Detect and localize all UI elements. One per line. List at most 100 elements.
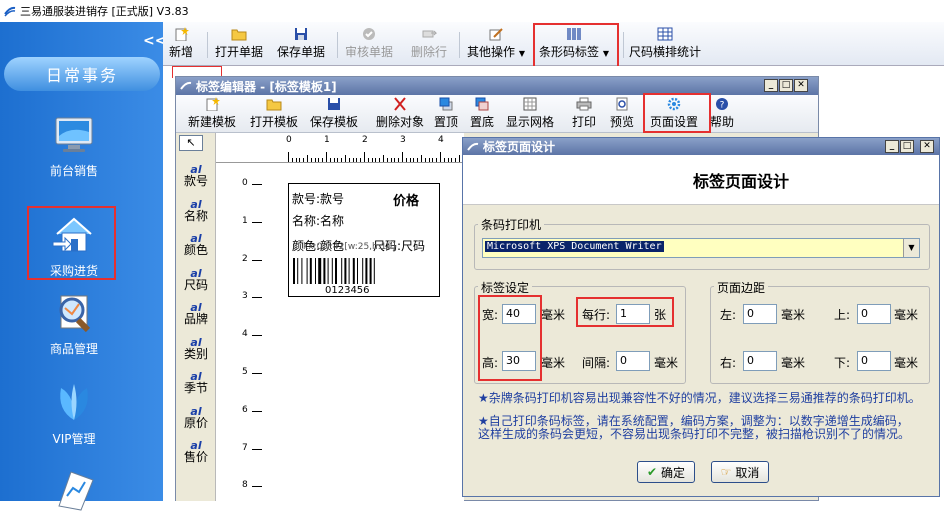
other-operations-button[interactable]: 其他操作 ▼ — [467, 22, 525, 64]
maximize-button[interactable]: □ — [779, 79, 793, 92]
ruler-tick — [436, 158, 438, 162]
tool-field-3[interactable]: al 尺码 — [176, 268, 216, 292]
ruler-tick-label: 4 — [438, 135, 444, 145]
right-margin-input[interactable]: 0 — [743, 351, 777, 371]
tool-field-2[interactable]: al 颜色 — [176, 233, 216, 257]
chevron-down-icon[interactable]: ▼ — [903, 239, 919, 257]
ruler-tick — [455, 158, 457, 162]
minimize-button[interactable]: _ — [885, 140, 899, 153]
sidebar-item-purchase[interactable]: 采购进货 — [30, 212, 118, 279]
svg-text:?: ? — [720, 101, 725, 111]
sidebar-item-goods[interactable]: 商品管理 — [30, 290, 118, 357]
preview-button[interactable]: 预览 — [610, 95, 634, 133]
tool-field-4[interactable]: al 品牌 — [176, 302, 216, 326]
new-template-button[interactable]: 新建模板 — [188, 95, 236, 133]
tool-field-0[interactable]: al 款号 — [176, 164, 216, 188]
left-margin-unit: 毫米 — [781, 308, 806, 322]
send-to-bottom-button[interactable]: 置底 — [470, 95, 494, 133]
monitor-icon — [55, 117, 93, 152]
label-code-text[interactable]: 款号:款号 — [292, 190, 344, 207]
width-input[interactable]: 40 — [502, 304, 536, 324]
ruler-tick — [352, 158, 354, 162]
page-setup-button[interactable]: 页面设置 — [650, 95, 698, 133]
label-preview[interactable]: 款号:款号 价格 名称:名称 颜色:颜色 尺码:尺码 kx:0,y:42[w:2… — [288, 183, 440, 297]
sidebar-item-front-sales[interactable]: 前台销售 — [30, 112, 118, 179]
gap-unit: 毫米 — [654, 356, 679, 370]
pointer-tool[interactable]: ↖ — [179, 135, 203, 151]
tool-field-label: 名称 — [183, 208, 208, 223]
printer-select-value: Microsoft XPS Document Writer — [485, 241, 664, 252]
label-name-text[interactable]: 名称:名称 — [292, 212, 344, 229]
dropdown-arrow-icon: ▼ — [602, 49, 609, 58]
object-tools-panel: ↖ al 款号 al 名称 al 颜色 al 尺码 al 品牌 al 类别 al 季节 al 原价 al 售价 — [176, 133, 216, 501]
barcode-bar — [365, 258, 368, 284]
app-title-bar: 三易通服装进销存 [正式版] V3.83 — [0, 0, 944, 22]
folder-icon — [231, 29, 247, 41]
ruler-tick — [341, 158, 343, 162]
save-template-button[interactable]: 保存模板 — [310, 95, 358, 133]
show-grid-button[interactable]: 显示网格 — [506, 95, 554, 133]
grid-icon — [523, 97, 537, 111]
barcode-bar — [357, 258, 358, 284]
ruler-tick — [252, 221, 262, 223]
review-document-button[interactable]: 审核单据 — [345, 22, 393, 64]
text-field-icon: al — [190, 197, 202, 211]
open-template-button[interactable]: 打开模板 — [250, 95, 298, 133]
label-editor-title-bar: 标签编辑器 - [标签模板1] _ □ ✕ — [176, 77, 818, 95]
tool-field-8[interactable]: al 售价 — [176, 440, 216, 464]
open-document-button[interactable]: 打开单据 — [215, 22, 263, 64]
left-margin-input[interactable]: 0 — [743, 304, 777, 324]
top-margin-unit: 毫米 — [894, 308, 919, 322]
close-button[interactable]: ✕ — [794, 79, 808, 92]
close-button[interactable]: ✕ — [920, 140, 934, 153]
sidebar-item-vip[interactable]: VIP管理 — [30, 380, 118, 447]
ruler-tick — [390, 158, 392, 162]
tool-field-1[interactable]: al 名称 — [176, 197, 216, 223]
sidebar-section-header[interactable]: 日常事务 — [4, 57, 160, 91]
ruler-tick — [421, 155, 422, 162]
check-circle-icon — [363, 28, 375, 40]
barcode-bar — [306, 258, 308, 284]
cancel-button[interactable]: ☞ 取消 — [711, 461, 769, 483]
printer-icon — [576, 97, 592, 111]
ruler-tick — [348, 158, 350, 162]
tool-field-6[interactable]: al 季节 — [176, 371, 216, 395]
height-input[interactable]: 30 — [502, 351, 536, 371]
tool-field-5[interactable]: al 类别 — [176, 337, 216, 361]
barcode-bar — [293, 258, 295, 284]
label-price-text[interactable]: 价格 — [393, 190, 419, 209]
save-document-button[interactable]: 保存单据 — [277, 22, 325, 64]
help-button[interactable]: ? 帮助 — [710, 95, 734, 133]
printer-select[interactable]: Microsoft XPS Document Writer ▼ — [482, 238, 920, 258]
print-button[interactable]: 打印 — [572, 95, 596, 133]
ruler-tick — [299, 158, 301, 162]
leaf-icon — [60, 384, 88, 420]
top-margin-input[interactable]: 0 — [857, 304, 891, 324]
ruler-tick — [288, 152, 289, 162]
ruler-tick-label: 3 — [242, 291, 248, 302]
ruler-tick — [459, 155, 460, 162]
sidebar-item-reports[interactable] — [30, 466, 118, 516]
gap-input[interactable]: 0 — [616, 351, 650, 371]
new-button[interactable]: 新增 — [169, 22, 193, 64]
bring-to-top-button[interactable]: 置顶 — [434, 95, 458, 133]
tool-field-7[interactable]: al 原价 — [176, 406, 216, 430]
toolbar-separator — [207, 32, 208, 58]
ok-button[interactable]: ✔ 确定 — [637, 461, 695, 483]
minimize-button[interactable]: _ — [764, 79, 778, 92]
barcode-bar — [301, 258, 303, 284]
delete-row-button[interactable]: 删除行 — [411, 22, 447, 64]
ruler-tick — [252, 297, 262, 299]
dialog-heading: 标签页面设计 — [463, 155, 939, 205]
per-row-input[interactable]: 1 — [616, 304, 650, 324]
left-margin-label: 左: — [720, 308, 737, 322]
barcode-bar — [323, 258, 326, 284]
bottom-margin-input[interactable]: 0 — [857, 351, 891, 371]
delete-object-button[interactable]: 删除对象 — [376, 95, 424, 133]
size-stats-button[interactable]: 尺码横排统计 — [629, 22, 701, 64]
maximize-button[interactable]: □ — [900, 140, 914, 153]
barcode-bar — [331, 258, 333, 284]
barcode-label-button[interactable]: 条形码标签 ▼ — [539, 22, 609, 64]
barcode-graphic[interactable] — [291, 258, 409, 284]
ruler-tick-label: 1 — [324, 135, 330, 145]
